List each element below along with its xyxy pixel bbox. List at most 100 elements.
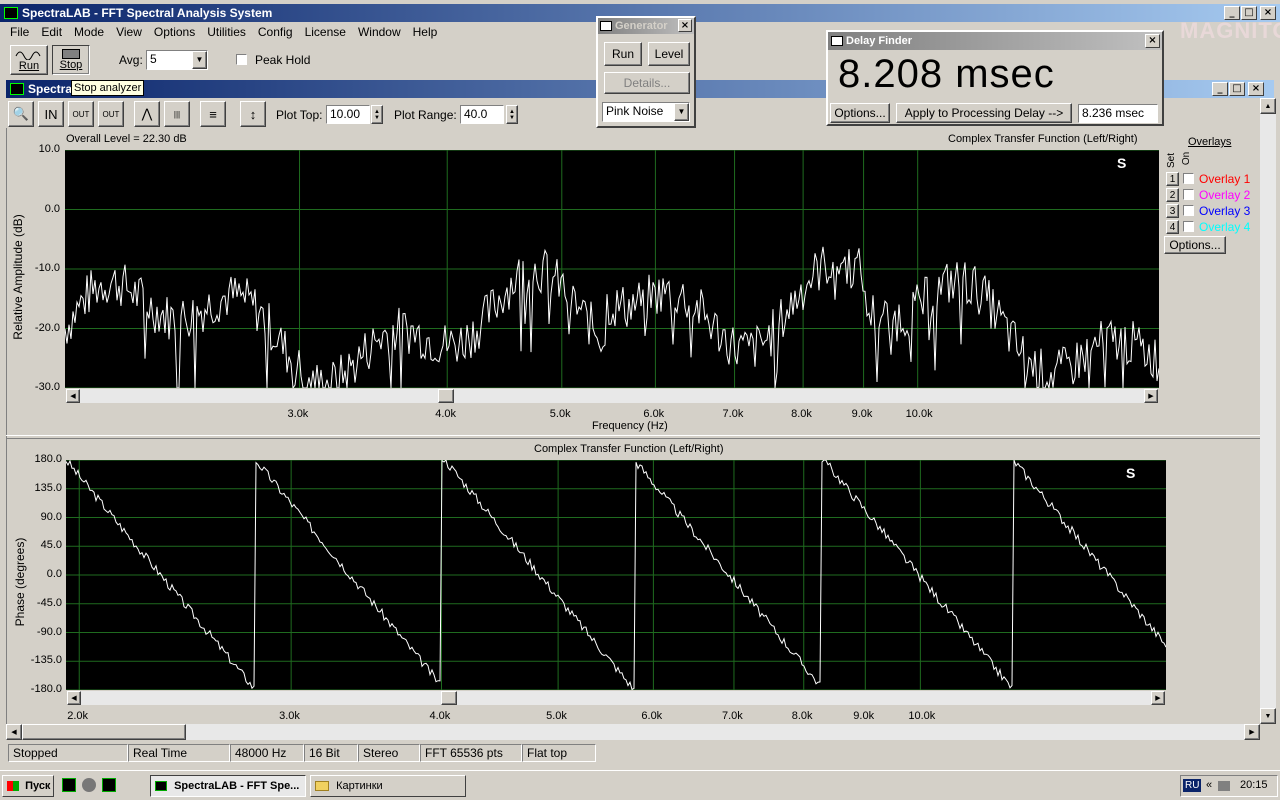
phase-scroll-right-icon[interactable]: ▶: [1151, 691, 1165, 705]
generator-close-button[interactable]: ×: [678, 19, 692, 32]
overlay-set-button-3[interactable]: 3: [1166, 204, 1179, 218]
child-minimize-button[interactable]: _: [1212, 82, 1228, 96]
menu-item-license[interactable]: License: [299, 24, 352, 42]
child-vscroll-down-icon[interactable]: ▼: [1260, 708, 1276, 724]
phase-xtick-label: 2.0k: [67, 710, 89, 722]
quicklaunch-app-icon[interactable]: [62, 778, 76, 792]
clock: 20:15: [1240, 779, 1268, 791]
bars-icon[interactable]: |||: [164, 101, 190, 127]
overlay-on-checkbox-4[interactable]: [1183, 221, 1194, 232]
processing-delay-field[interactable]: 8.236 msec: [1078, 104, 1158, 123]
quicklaunch-media-icon[interactable]: [82, 778, 96, 792]
overlay-label-3: Overlay 3: [1199, 204, 1251, 218]
phase-xtick-label: 9.0k: [853, 710, 875, 722]
menu-item-mode[interactable]: Mode: [68, 24, 110, 42]
overlay-set-button-1[interactable]: 1: [1166, 172, 1179, 186]
menu-item-file[interactable]: File: [4, 24, 35, 42]
menu-item-edit[interactable]: Edit: [35, 24, 68, 42]
generator-run-button[interactable]: Run: [604, 42, 642, 66]
zoom-icon[interactable]: 🔍: [8, 101, 34, 127]
menu-item-options[interactable]: Options: [148, 24, 201, 42]
child-maximize-button[interactable]: □: [1229, 82, 1245, 96]
quicklaunch-icons[interactable]: [62, 778, 142, 794]
peak-hold-checkbox[interactable]: [236, 54, 247, 65]
taskbar-pictures-button[interactable]: Картинки: [310, 775, 466, 797]
child-vscroll-up-icon[interactable]: ▲: [1260, 98, 1276, 114]
overlays-on-label: On: [1181, 151, 1193, 166]
overlay-on-checkbox-3[interactable]: [1183, 205, 1194, 216]
chevron-down-icon[interactable]: ▼: [192, 51, 207, 69]
vertical-range-icon[interactable]: ↕: [240, 101, 266, 127]
amp-xtick-label: 3.0k: [287, 408, 309, 420]
generator-window: Generator × Run Level Details... Pink No…: [596, 16, 696, 128]
zoom-out-full-icon[interactable]: OUT: [98, 101, 124, 127]
plot-splitter[interactable]: [6, 435, 1260, 439]
amplitude-xlabel: Frequency (Hz): [592, 420, 668, 432]
apply-delay-button[interactable]: Apply to Processing Delay -->: [896, 103, 1072, 123]
overlay-on-checkbox-1[interactable]: [1183, 173, 1194, 184]
menu-item-utilities[interactable]: Utilities: [201, 24, 252, 42]
overlay-label-4: Overlay 4: [1199, 220, 1251, 234]
menu-item-config[interactable]: Config: [252, 24, 299, 42]
scroll-thumb[interactable]: [438, 389, 454, 403]
delay-finder-close-button[interactable]: ×: [1145, 34, 1160, 48]
overlay-on-checkbox-2[interactable]: [1183, 189, 1194, 200]
overlay-set-button-2[interactable]: 2: [1166, 188, 1179, 202]
generator-details-button[interactable]: Details...: [604, 72, 690, 94]
plot-range-spinner[interactable]: ▲ ▼: [506, 105, 518, 124]
phase-xtick-label: 6.0k: [641, 710, 663, 722]
plot-range-label: Plot Range:: [394, 108, 457, 122]
menu-item-window[interactable]: Window: [352, 24, 407, 42]
amplitude-plot: S: [65, 150, 1159, 388]
scroll-right-icon[interactable]: ▶: [1144, 389, 1158, 403]
overlay-set-button-4[interactable]: 4: [1166, 220, 1179, 234]
child-hscroll-left-icon[interactable]: ◀: [6, 724, 22, 740]
zoom-in-2x-icon[interactable]: IN: [38, 101, 64, 127]
overlay-label-1: Overlay 1: [1199, 172, 1251, 186]
taskbar-spectralab-button[interactable]: SpectraLAB - FFT Spe...: [150, 775, 306, 797]
scroll-left-icon[interactable]: ◀: [66, 389, 80, 403]
avg-select[interactable]: 5 ▼: [146, 50, 208, 70]
status-fft: FFT 65536 pts: [420, 744, 522, 762]
stop-icon: [62, 49, 80, 59]
tray-expand-icon[interactable]: «: [1206, 779, 1212, 791]
zoom-out-2x-icon[interactable]: OUT: [68, 101, 94, 127]
generator-level-button[interactable]: Level: [648, 42, 690, 66]
phase-scroll-thumb[interactable]: [441, 691, 457, 705]
plot-top-input[interactable]: 10.00: [326, 105, 370, 124]
phase-scrollbar[interactable]: ◀ ▶: [66, 690, 1166, 706]
amp-xtick-label: 6.0k: [643, 408, 665, 420]
plot-range-input[interactable]: 40.0: [460, 105, 504, 124]
peak-icon[interactable]: ⋀: [134, 101, 160, 127]
phase-xtick-label: 5.0k: [546, 710, 567, 722]
language-indicator[interactable]: RU: [1183, 779, 1202, 792]
phase-scroll-left-icon[interactable]: ◀: [67, 691, 81, 705]
child-close-button[interactable]: ×: [1248, 82, 1264, 96]
child-hscroll-right-icon[interactable]: ▶: [1244, 724, 1260, 740]
overlays-options-button[interactable]: Options...: [1164, 236, 1226, 254]
app-title: SpectraLAB - FFT Spectral Analysis Syste…: [22, 6, 273, 20]
phase-plot-title: Complex Transfer Function (Left/Right): [534, 443, 724, 455]
amplitude-scrollbar[interactable]: ◀ ▶: [65, 388, 1159, 404]
status-window: Flat top: [522, 744, 596, 762]
plot-top-spinner[interactable]: ▲ ▼: [371, 105, 383, 124]
overlays-title: Overlays: [1188, 136, 1232, 148]
delay-options-button[interactable]: Options...: [830, 103, 890, 123]
list-icon[interactable]: ≡: [200, 101, 226, 127]
child-hscroll-thumb[interactable]: [22, 724, 186, 740]
tray-network-icon[interactable]: [1218, 781, 1230, 791]
menu-item-help[interactable]: Help: [407, 24, 444, 42]
amp-ytick-label: -30.0: [34, 381, 60, 393]
stop-button[interactable]: Stop: [52, 45, 90, 75]
child-vscrollbar[interactable]: ▲ ▼: [1260, 98, 1276, 724]
start-button[interactable]: Пуск: [2, 775, 54, 797]
menu-item-view[interactable]: View: [110, 24, 148, 42]
generator-signal-select[interactable]: Pink Noise ▼: [602, 102, 690, 122]
run-button[interactable]: Run: [10, 45, 48, 75]
generator-chevron-down-icon[interactable]: ▼: [674, 103, 689, 121]
folder-icon: [315, 781, 329, 792]
quicklaunch-spectralab-icon[interactable]: [102, 778, 116, 792]
phase-ytick-label: -90.0: [36, 625, 62, 638]
status-rate: 48000 Hz: [230, 744, 304, 762]
child-hscrollbar[interactable]: ◀ ▶: [6, 724, 1260, 740]
